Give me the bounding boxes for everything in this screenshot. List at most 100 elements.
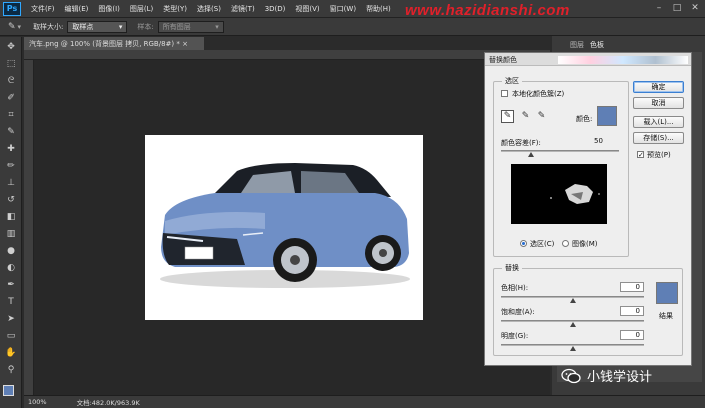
sample-select[interactable]: 所有图层 ▾ xyxy=(157,20,224,33)
eyedropper-tool-icon[interactable]: ✎ xyxy=(4,126,18,139)
hue-slider-thumb[interactable] xyxy=(570,298,576,303)
move-tool-icon[interactable]: ✥ xyxy=(4,41,18,54)
shape-tool-icon[interactable]: ▭ xyxy=(4,330,18,343)
selection-group: 选区 本地化颜色簇(Z) ✎ ✎ ✎ 颜色: 颜色容差(F): 50 选区(C)… xyxy=(493,76,629,257)
stamp-tool-icon[interactable]: ⊥ xyxy=(4,177,18,190)
title-swatch-strip xyxy=(558,56,688,64)
cancel-button[interactable]: 取消 xyxy=(633,97,684,109)
save-button[interactable]: 存储(S)... xyxy=(633,132,684,144)
lightness-slider-thumb[interactable] xyxy=(570,346,576,351)
menu-view[interactable]: 视图(V) xyxy=(290,4,324,14)
quick-select-tool-icon[interactable]: ✐ xyxy=(4,92,18,105)
ok-button[interactable]: 确定 xyxy=(633,81,684,93)
replacement-legend: 替换 xyxy=(502,263,522,273)
menu-select[interactable]: 选择(S) xyxy=(192,4,226,14)
eraser-tool-icon[interactable]: ◧ xyxy=(4,211,18,224)
gradient-tool-icon[interactable]: ▥ xyxy=(4,228,18,241)
menu-image[interactable]: 图像(I) xyxy=(93,4,125,14)
healing-tool-icon[interactable]: ✚ xyxy=(4,143,18,156)
status-bar: 100% 文档:482.0K/963.9K xyxy=(24,395,705,408)
minimize-icon[interactable]: – xyxy=(652,3,666,14)
brush-tool-icon[interactable]: ✏ xyxy=(4,160,18,173)
menu-window[interactable]: 窗口(W) xyxy=(325,4,361,14)
tab-swatches[interactable]: 色板 xyxy=(590,40,604,50)
chevron-down-icon: ▾ xyxy=(118,22,123,31)
sample-size-value: 取样点 xyxy=(72,22,94,31)
hue-label: 色相(H): xyxy=(501,284,529,292)
load-button[interactable]: 载入(L)... xyxy=(633,116,684,128)
chevron-down-icon: ▾ xyxy=(215,22,219,31)
blur-tool-icon[interactable]: ● xyxy=(4,245,18,258)
pen-tool-icon[interactable]: ✒ xyxy=(4,279,18,292)
menu-type[interactable]: 类型(Y) xyxy=(158,4,192,14)
result-label: 结果 xyxy=(659,312,673,320)
saturation-slider-thumb[interactable] xyxy=(570,322,576,327)
fuzziness-slider-thumb[interactable] xyxy=(527,152,534,157)
menu-file[interactable]: 文件(F) xyxy=(26,4,60,14)
lightness-slider[interactable] xyxy=(501,344,644,351)
selection-mask-image xyxy=(550,184,600,204)
hand-tool-icon[interactable]: ✋ xyxy=(4,347,18,360)
saturation-slider[interactable] xyxy=(501,320,644,327)
sample-size-label: 取样大小: xyxy=(33,22,64,31)
menu-3d[interactable]: 3D(D) xyxy=(260,5,291,13)
close-icon[interactable]: ✕ xyxy=(688,3,702,14)
chevron-down-icon[interactable]: ▾ xyxy=(18,23,22,31)
menu-filter[interactable]: 滤镜(T) xyxy=(226,4,260,14)
car-image xyxy=(160,163,410,288)
preview-checkbox[interactable]: ✓ xyxy=(637,151,644,159)
marquee-tool-icon[interactable]: ⬚ xyxy=(4,58,18,71)
tools-panel: ✥ ⬚ ᘓ ✐ ⌗ ✎ ✚ ✏ ⊥ ↺ ◧ ▥ ● ◐ ✒ T ➤ ▭ ✋ ⚲ … xyxy=(0,37,22,408)
fuzziness-slider[interactable] xyxy=(501,150,619,157)
replace-color-dialog: 替换颜色 选区 本地化颜色簇(Z) ✎ ✎ ✎ 颜色: 颜色容差(F): 50 … xyxy=(484,52,692,366)
menu-bar: Ps 文件(F) 编辑(E) 图像(I) 图层(L) 类型(Y) 选择(S) 滤… xyxy=(0,0,705,18)
tab-layers[interactable]: 图层 xyxy=(570,40,584,50)
sample-label: 样本: xyxy=(137,22,154,31)
brand-watermark: 小钱学设计 xyxy=(561,366,652,385)
selection-legend: 选区 xyxy=(502,76,522,86)
document-tab[interactable]: 汽车.png @ 100% (背景图层 拷贝, RGB/8#) * × xyxy=(24,37,204,50)
selection-preview xyxy=(511,164,607,224)
fuzziness-label: 颜色容差(F): xyxy=(501,139,541,147)
history-brush-icon[interactable]: ↺ xyxy=(4,194,18,207)
hue-slider[interactable] xyxy=(501,296,644,303)
horizontal-ruler xyxy=(24,50,550,60)
zoom-level[interactable]: 100% xyxy=(28,398,47,406)
eyedropper-icon[interactable]: ✎ xyxy=(8,22,16,32)
lightness-field[interactable]: 0 xyxy=(620,330,644,340)
eyedropper-minus-icon[interactable]: ✎ xyxy=(535,110,548,123)
result-color-swatch[interactable] xyxy=(656,282,678,304)
brand-text: 小钱学设计 xyxy=(587,370,653,385)
localized-clusters-label: 本地化颜色簇(Z) xyxy=(512,90,565,98)
menu-layer[interactable]: 图层(L) xyxy=(125,4,158,14)
wechat-icon xyxy=(561,368,581,384)
localized-clusters-checkbox[interactable] xyxy=(501,90,508,97)
vertical-ruler xyxy=(24,60,34,395)
lightness-label: 明度(G): xyxy=(501,332,529,340)
photoshop-logo: Ps xyxy=(3,1,21,16)
saturation-field[interactable]: 0 xyxy=(620,306,644,316)
dodge-tool-icon[interactable]: ◐ xyxy=(4,262,18,275)
eyedropper-icon[interactable]: ✎ xyxy=(501,110,514,123)
crop-tool-icon[interactable]: ⌗ xyxy=(4,109,18,122)
menu-help[interactable]: 帮助(H) xyxy=(361,4,396,14)
maximize-icon[interactable]: □ xyxy=(670,3,684,14)
foreground-color-swatch[interactable] xyxy=(3,385,14,396)
document-tab-bar: 汽车.png @ 100% (背景图层 拷贝, RGB/8#) * × xyxy=(24,36,550,50)
selection-color-swatch[interactable] xyxy=(597,106,617,126)
options-bar: ✎ ▾ 取样大小: 取样点 ▾ 样本: 所有图层 ▾ xyxy=(0,18,705,36)
selection-radio[interactable] xyxy=(520,240,527,247)
fuzziness-field[interactable]: 50 xyxy=(590,137,620,147)
type-tool-icon[interactable]: T xyxy=(4,296,18,309)
eyedropper-plus-icon[interactable]: ✎ xyxy=(519,110,532,123)
zoom-tool-icon[interactable]: ⚲ xyxy=(4,364,18,377)
sample-size-select[interactable]: 取样点 ▾ xyxy=(67,20,128,33)
hue-field[interactable]: 0 xyxy=(620,282,644,292)
menu-edit[interactable]: 编辑(E) xyxy=(60,4,94,14)
watermark: www.hazidianshi.com xyxy=(405,2,570,19)
path-select-icon[interactable]: ➤ xyxy=(4,313,18,326)
document-canvas[interactable] xyxy=(145,135,423,320)
image-radio-label: 图像(M) xyxy=(572,240,598,248)
image-radio[interactable] xyxy=(562,240,569,247)
lasso-tool-icon[interactable]: ᘓ xyxy=(4,75,18,88)
